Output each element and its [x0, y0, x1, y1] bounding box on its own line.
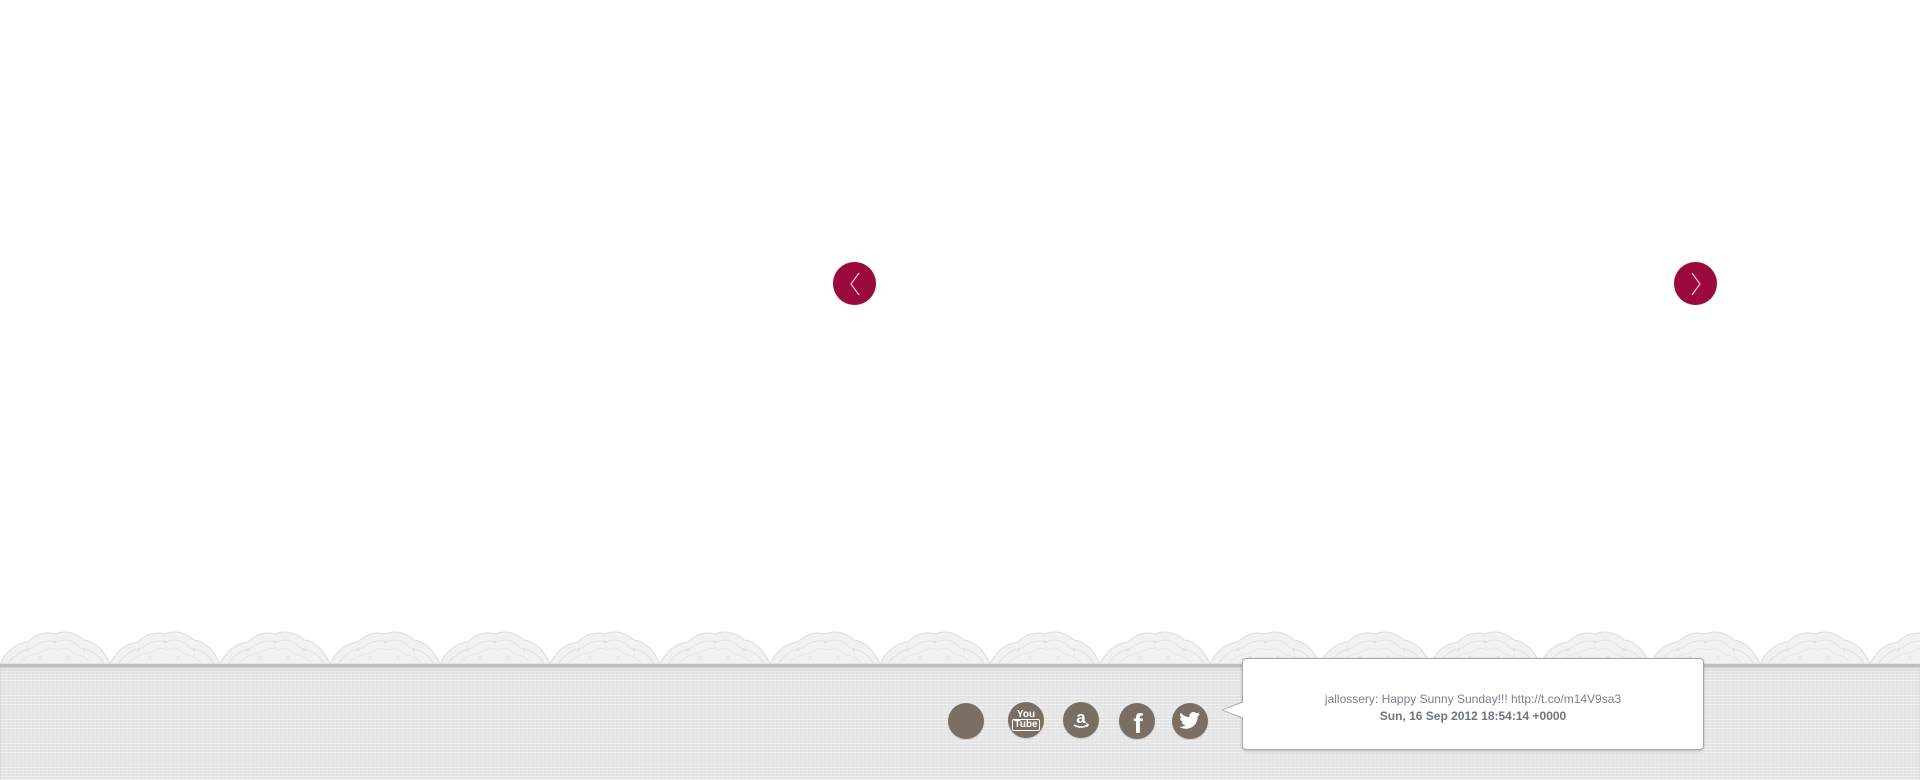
slider-prev-button[interactable]	[833, 262, 876, 305]
svg-text:a: a	[1076, 708, 1086, 727]
youtube-link[interactable]: You Tube	[1008, 702, 1044, 738]
chevron-left-icon	[849, 272, 859, 295]
page: You Tube a f jallossery: Happy Sunny Sun…	[0, 0, 1920, 780]
twitter-icon	[1179, 712, 1200, 729]
tweet-bubble: jallossery: Happy Sunny Sunday!!! http:/…	[1221, 658, 1704, 750]
slider-next-button[interactable]	[1674, 262, 1717, 305]
amazon-link[interactable]: a	[1063, 702, 1099, 738]
facebook-link[interactable]: f	[1119, 703, 1155, 739]
svg-text:f: f	[1133, 708, 1143, 735]
tweet-bubble-pointer-fill	[1223, 702, 1244, 718]
social-link-blank[interactable]	[948, 703, 984, 739]
tweet-date: Sun, 16 Sep 2012 18:54:14 +0000	[1379, 709, 1567, 723]
youtube-icon: You Tube	[1012, 708, 1040, 731]
chevron-right-icon	[1691, 272, 1701, 295]
youtube-icon-line1: You	[1016, 708, 1036, 720]
facebook-icon: f	[1133, 708, 1143, 735]
twitter-link[interactable]	[1172, 703, 1208, 739]
amazon-icon: a	[1073, 708, 1090, 728]
youtube-icon-line2: Tube	[1012, 718, 1040, 731]
tweet-text: jallossery: Happy Sunny Sunday!!! http:/…	[1324, 692, 1622, 706]
